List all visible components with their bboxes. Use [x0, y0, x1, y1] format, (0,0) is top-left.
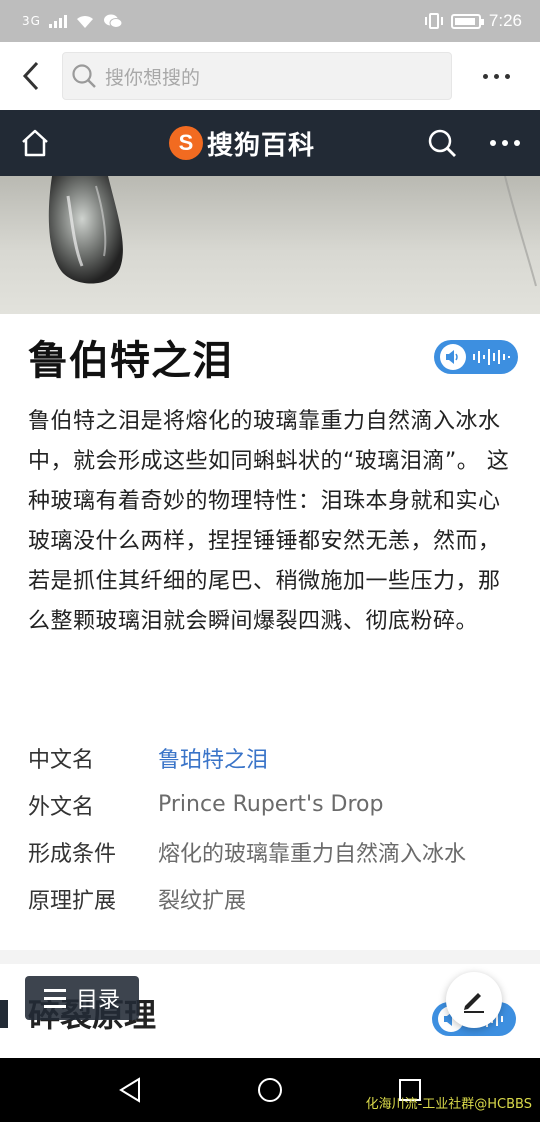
- infobox-value: 熔化的玻璃靠重力自然滴入冰水: [158, 841, 467, 867]
- triangle-back-icon: [119, 1077, 140, 1103]
- pencil-icon: [464, 993, 484, 1013]
- toc-button[interactable]: 目录: [25, 976, 139, 1020]
- site-header: S 搜狗百科: [0, 110, 540, 176]
- watermark: 化海川流-工业社群@HCBBS: [365, 1097, 532, 1112]
- network-indicator: 3G: [22, 14, 41, 28]
- wifi-icon: [76, 15, 93, 28]
- infobox-row: 中文名 鲁珀特之泪: [28, 734, 528, 781]
- search-icon: [428, 129, 456, 157]
- site-search-button[interactable]: [414, 110, 470, 176]
- infobox-row: 原理扩展 裂纹扩展: [28, 875, 528, 922]
- edit-button[interactable]: [446, 972, 502, 1028]
- logo-badge: S: [168, 126, 203, 160]
- site-menu-button[interactable]: [470, 110, 540, 176]
- more-icon: [489, 140, 520, 146]
- home-icon: [22, 129, 48, 157]
- vibrate-icon: [424, 13, 443, 29]
- signal-icon: [48, 15, 67, 28]
- search-icon: [72, 64, 96, 88]
- wechat-icon: [103, 14, 123, 28]
- browser-menu-button[interactable]: [452, 42, 540, 110]
- list-icon: [43, 988, 66, 1008]
- infobox-key: 形成条件: [28, 841, 117, 867]
- infobox-row: 形成条件 熔化的玻璃靠重力自然滴入冰水: [28, 828, 528, 875]
- infobox-key: 外文名: [28, 794, 95, 820]
- section-divider: [0, 950, 540, 964]
- battery-icon: [450, 13, 484, 29]
- page-title: 鲁伯特之泪: [28, 338, 233, 384]
- more-icon: [482, 73, 510, 79]
- speaker-icon: [440, 344, 466, 370]
- sogou-baike-logo[interactable]: S 搜狗百科: [168, 125, 315, 162]
- toc-label: 目录: [75, 988, 120, 1013]
- infobox: 中文名 鲁珀特之泪 外文名 Prince Rupert's Drop 形成条件 …: [28, 734, 528, 922]
- infobox-value: 裂纹扩展: [158, 888, 247, 914]
- back-button[interactable]: [0, 42, 62, 110]
- infobox-key: 中文名: [28, 747, 95, 773]
- system-nav-bar: [0, 1058, 540, 1122]
- circle-home-icon: [258, 1078, 282, 1102]
- nav-back-button[interactable]: [100, 1060, 160, 1120]
- chevron-left-icon: [22, 61, 39, 91]
- section-marker: [0, 1000, 8, 1028]
- glass-drop-image: [48, 176, 537, 287]
- infobox-value: Prince Rupert's Drop: [158, 792, 384, 817]
- infobox-row: 外文名 Prince Rupert's Drop: [28, 781, 528, 828]
- nav-home-button[interactable]: [240, 1060, 300, 1120]
- infobox-key: 原理扩展: [28, 888, 117, 914]
- browser-toolbar: 搜你想搜的: [0, 42, 540, 110]
- logo-text: 搜狗百科: [206, 130, 315, 161]
- infobox-link-chinese-name[interactable]: 鲁珀特之泪: [158, 742, 268, 774]
- article-banner-image: [0, 176, 540, 314]
- search-input[interactable]: 搜你想搜的: [62, 52, 452, 100]
- audio-play-button[interactable]: [434, 340, 518, 374]
- home-button[interactable]: [0, 110, 70, 176]
- waveform-icon: [473, 349, 510, 365]
- status-bar: 3G 7:26: [0, 0, 540, 42]
- article-summary: 鲁伯特之泪是将熔化的玻璃靠重力自然滴入冰水中，就会形成这些如同蝌蚪状的“玻璃泪滴…: [28, 409, 510, 634]
- search-placeholder: 搜你想搜的: [105, 66, 201, 89]
- title-row: 鲁伯特之泪: [28, 330, 518, 384]
- clock: 7:26: [488, 11, 522, 30]
